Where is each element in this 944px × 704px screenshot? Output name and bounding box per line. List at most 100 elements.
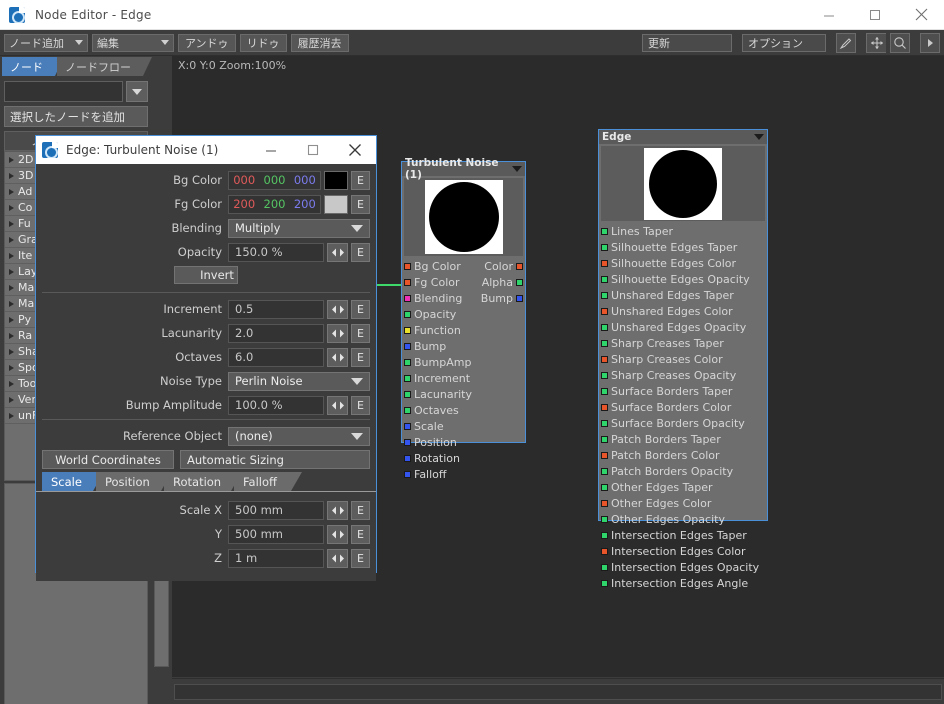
node-header[interactable]: Turbulent Noise (1) (402, 157, 525, 181)
increment-stepper[interactable] (327, 299, 348, 319)
automatic-sizing-button[interactable]: Automatic Sizing (180, 450, 370, 469)
increment-input[interactable]: 0.5 (228, 299, 324, 319)
scale-x-stepper[interactable] (327, 500, 348, 520)
octaves-input[interactable]: 6.0 (228, 347, 324, 367)
node-port[interactable]: Octaves (402, 402, 525, 418)
port-connector-icon[interactable] (404, 374, 411, 382)
node-edge[interactable]: Edge Lines Taper Silhouette Edges Taper Si… (598, 129, 768, 590)
port-connector-icon[interactable] (404, 390, 411, 398)
port-connector-icon[interactable] (404, 358, 411, 366)
port-connector-icon[interactable] (601, 243, 608, 251)
node-port[interactable]: Silhouette Edges Taper (599, 239, 767, 255)
clear-history-button[interactable]: 履歴消去 (290, 33, 349, 52)
node-port[interactable]: Opacity (402, 306, 525, 322)
invert-toggle[interactable]: Invert (174, 266, 238, 284)
add-selected-node-button[interactable]: 選択したノードを追加 (4, 106, 148, 127)
node-port[interactable]: Other Edges Taper (599, 479, 767, 495)
minimize-button[interactable] (806, 0, 852, 30)
node-properties-dialog[interactable]: Edge: Turbulent Noise (1) Bg Color 000 0… (35, 135, 377, 581)
port-connector-icon[interactable] (404, 422, 411, 430)
node-port[interactable]: Silhouette Edges Opacity (599, 271, 767, 287)
chevron-down-icon[interactable] (754, 134, 764, 140)
node-port[interactable]: Patch Borders Taper (599, 431, 767, 447)
port-connector-icon[interactable] (601, 419, 608, 427)
opacity-stepper[interactable] (327, 242, 348, 262)
add-node-menu[interactable]: ノード追加 (4, 33, 88, 52)
port-connector-icon[interactable] (516, 294, 523, 302)
tab-nodes[interactable]: ノード (2, 57, 64, 76)
scale-y-input[interactable]: 500 mm (228, 524, 324, 544)
scale-z-stepper[interactable] (327, 548, 348, 568)
port-connector-icon[interactable] (404, 294, 411, 302)
port-connector-icon[interactable] (601, 339, 608, 347)
port-connector-icon[interactable] (601, 403, 608, 411)
node-port[interactable]: Surface Borders Color (599, 399, 767, 415)
node-port[interactable]: Surface Borders Taper (599, 383, 767, 399)
port-connector-icon[interactable] (404, 326, 411, 334)
port-connector-icon[interactable] (404, 262, 411, 270)
lacunarity-stepper[interactable] (327, 323, 348, 343)
port-connector-icon[interactable] (601, 435, 608, 443)
maximize-button[interactable] (852, 0, 898, 30)
bump-amplitude-input[interactable]: 100.0 % (228, 395, 324, 415)
subtab-rotation[interactable]: Rotation (164, 472, 242, 491)
node-port[interactable]: Sharp Creases Opacity (599, 367, 767, 383)
port-connector-icon[interactable] (601, 467, 608, 475)
lacunarity-envelope-button[interactable]: E (351, 323, 370, 343)
fg-color-swatch[interactable] (324, 194, 348, 214)
port-connector-icon[interactable] (404, 454, 411, 462)
opacity-envelope-button[interactable]: E (351, 242, 370, 262)
port-connector-icon[interactable] (601, 451, 608, 459)
blending-select[interactable]: Multiply (228, 218, 370, 238)
node-turbulent-noise[interactable]: Turbulent Noise (1) Bg Color Color Fg Colo… (401, 157, 526, 481)
octaves-envelope-button[interactable]: E (351, 347, 370, 367)
node-port[interactable]: Falloff (402, 466, 525, 482)
tab-nodeflow[interactable]: ノードフロー (57, 57, 152, 76)
world-coordinates-toggle[interactable]: World Coordinates (42, 450, 174, 469)
bump-amplitude-envelope-button[interactable]: E (351, 395, 370, 415)
node-port[interactable]: Sharp Creases Taper (599, 335, 767, 351)
bump-amplitude-stepper[interactable] (327, 395, 348, 415)
port-connector-icon[interactable] (601, 355, 608, 363)
scale-x-envelope-button[interactable]: E (351, 500, 370, 520)
node-port[interactable]: Lacunarity (402, 386, 525, 402)
port-connector-icon[interactable] (601, 227, 608, 235)
scale-z-input[interactable]: 1 m (228, 548, 324, 568)
subtab-falloff[interactable]: Falloff (234, 472, 302, 491)
opacity-input[interactable]: 150.0 % (228, 242, 324, 262)
node-port[interactable]: Intersection Edges Opacity (599, 559, 767, 575)
pen-icon[interactable] (836, 32, 856, 53)
scale-x-input[interactable]: 500 mm (228, 500, 324, 520)
chevron-down-icon[interactable] (512, 166, 522, 172)
fg-color-rgb-field[interactable]: 200 200 200 (228, 194, 321, 214)
port-connector-icon[interactable] (601, 387, 608, 395)
canvas-horizontal-scrollbar[interactable] (172, 678, 944, 704)
node-port[interactable]: Increment (402, 370, 525, 386)
port-connector-icon[interactable] (601, 259, 608, 267)
node-port[interactable]: BumpAmp (402, 354, 525, 370)
search-input[interactable] (4, 81, 123, 102)
fg-color-envelope-button[interactable]: E (351, 194, 370, 214)
port-connector-icon[interactable] (404, 278, 411, 286)
edit-menu[interactable]: 編集 (92, 33, 174, 52)
node-port[interactable]: Patch Borders Opacity (599, 463, 767, 479)
close-button[interactable] (898, 0, 944, 30)
port-connector-icon[interactable] (601, 547, 608, 555)
scale-y-envelope-button[interactable]: E (351, 524, 370, 544)
port-connector-icon[interactable] (404, 310, 411, 318)
port-connector-icon[interactable] (601, 483, 608, 491)
undo-button[interactable]: アンドゥ (178, 33, 236, 52)
port-connector-icon[interactable] (601, 499, 608, 507)
scale-y-stepper[interactable] (327, 524, 348, 544)
node-port[interactable]: Lines Taper (599, 223, 767, 239)
subtab-scale[interactable]: Scale (42, 472, 104, 491)
dialog-maximize-button[interactable] (292, 136, 334, 164)
node-port[interactable]: Silhouette Edges Color (599, 255, 767, 271)
node-port[interactable]: Unshared Edges Color (599, 303, 767, 319)
node-port[interactable]: Intersection Edges Color (599, 543, 767, 559)
node-port[interactable]: Bump (402, 338, 525, 354)
node-port[interactable]: Other Edges Color (599, 495, 767, 511)
port-connector-icon[interactable] (601, 275, 608, 283)
node-port[interactable]: Intersection Edges Taper (599, 527, 767, 543)
port-connector-icon[interactable] (601, 307, 608, 315)
